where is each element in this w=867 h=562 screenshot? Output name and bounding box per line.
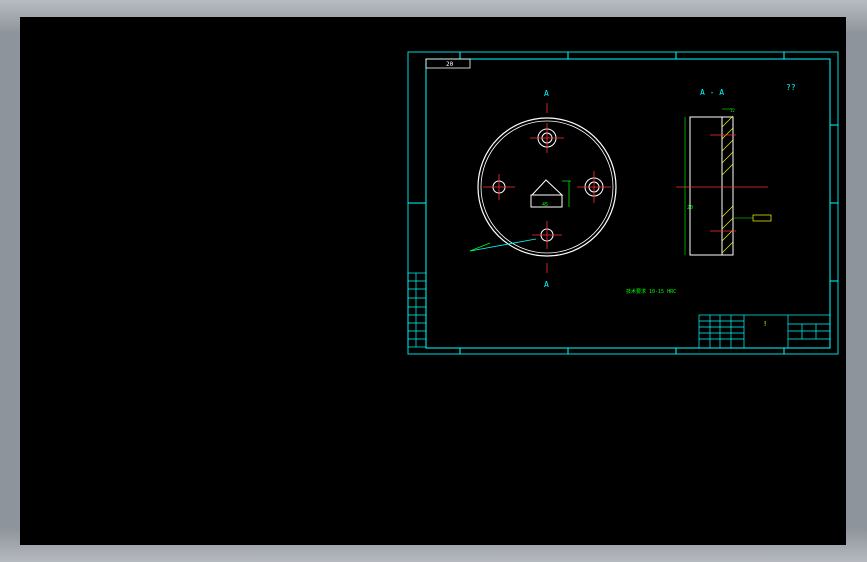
drawing-canvas[interactable]: 20 45 A A A - A 12 20 ?? 技术要求 10-15 HRC … — [20, 17, 846, 545]
plate-top-view: 45 — [469, 103, 617, 273]
slot-dim: 45 — [542, 202, 548, 208]
title-cell: ! — [763, 320, 767, 328]
section-mark-bottom: A — [544, 280, 549, 289]
tech-note: 技术要求 10-15 HRC — [626, 288, 676, 295]
zone-ticks — [408, 52, 838, 354]
sheet-border — [407, 51, 839, 355]
section-view: 12 20 — [676, 108, 772, 256]
cad-viewport[interactable]: 20 45 A A A - A 12 20 ?? 技术要求 10-15 HRC … — [20, 17, 846, 545]
side-dim: 20 — [687, 205, 693, 211]
section-mark-top: A — [544, 89, 549, 98]
section-title: A - A — [700, 88, 724, 97]
drawing-frame — [425, 58, 831, 349]
corner-code: 20 — [446, 61, 454, 68]
revision-stack — [407, 272, 427, 348]
top-dim: 12 — [730, 108, 735, 113]
roughness-mark: ?? — [786, 83, 796, 92]
